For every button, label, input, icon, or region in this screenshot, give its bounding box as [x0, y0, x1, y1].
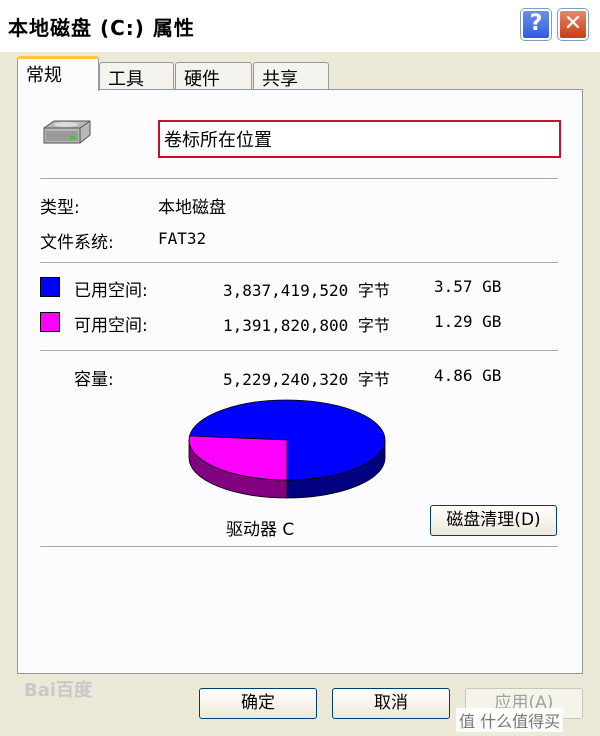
file-system-label: 文件系统:: [40, 233, 114, 253]
separator: [40, 262, 558, 264]
used-space-gb: 3.57 GB: [434, 277, 502, 296]
window-title: 本地磁盘 (C:) 属性: [8, 16, 195, 40]
baidu-watermark: Bai百度: [24, 680, 93, 701]
type-label: 类型:: [40, 198, 80, 218]
tab-general-label: 常规: [26, 65, 62, 86]
smzdm-watermark: 值 什么值得买: [456, 708, 564, 732]
help-button[interactable]: ?: [521, 9, 551, 40]
volume-label-input[interactable]: [158, 120, 561, 158]
separator: [40, 546, 558, 548]
tab-tools[interactable]: 工具: [99, 62, 174, 90]
used-space-swatch: [40, 277, 60, 297]
drive-label: 驱动器 C: [226, 520, 295, 540]
file-system-value: FAT32: [158, 229, 207, 248]
used-space-bytes: 3,837,419,520 字节: [223, 281, 390, 300]
free-space-swatch: [40, 312, 60, 332]
tab-hardware-label: 硬件: [184, 69, 220, 90]
free-space-gb: 1.29 GB: [434, 312, 502, 331]
tab-hardware[interactable]: 硬件: [175, 62, 252, 90]
disk-cleanup-button[interactable]: 磁盘清理(D): [430, 505, 557, 536]
separator: [40, 178, 558, 180]
used-space-label: 已用空间:: [74, 281, 148, 301]
disk-usage-pie: [188, 399, 386, 499]
capacity-bytes: 5,229,240,320 字节: [223, 370, 390, 389]
free-space-label: 可用空间:: [74, 316, 148, 336]
hard-drive-icon: [43, 120, 91, 144]
capacity-gb: 4.86 GB: [434, 366, 502, 385]
separator: [40, 350, 558, 352]
ok-button[interactable]: 确定: [199, 688, 317, 719]
tab-sharing-label: 共享: [262, 69, 298, 90]
type-value: 本地磁盘: [158, 198, 226, 218]
title-bar: 本地磁盘 (C:) 属性 ? ✕: [0, 0, 600, 52]
close-button[interactable]: ✕: [558, 9, 588, 40]
capacity-label: 容量:: [74, 370, 114, 390]
free-space-bytes: 1,391,820,800 字节: [223, 316, 390, 335]
tab-sharing[interactable]: 共享: [253, 62, 329, 90]
cancel-button[interactable]: 取消: [332, 688, 450, 719]
tab-general[interactable]: 常规: [17, 56, 99, 91]
tab-tools-label: 工具: [108, 69, 144, 90]
properties-window: 本地磁盘 (C:) 属性 ? ✕ 常规 工具 硬件 共享 类型: 本地磁盘 文件…: [0, 0, 600, 736]
